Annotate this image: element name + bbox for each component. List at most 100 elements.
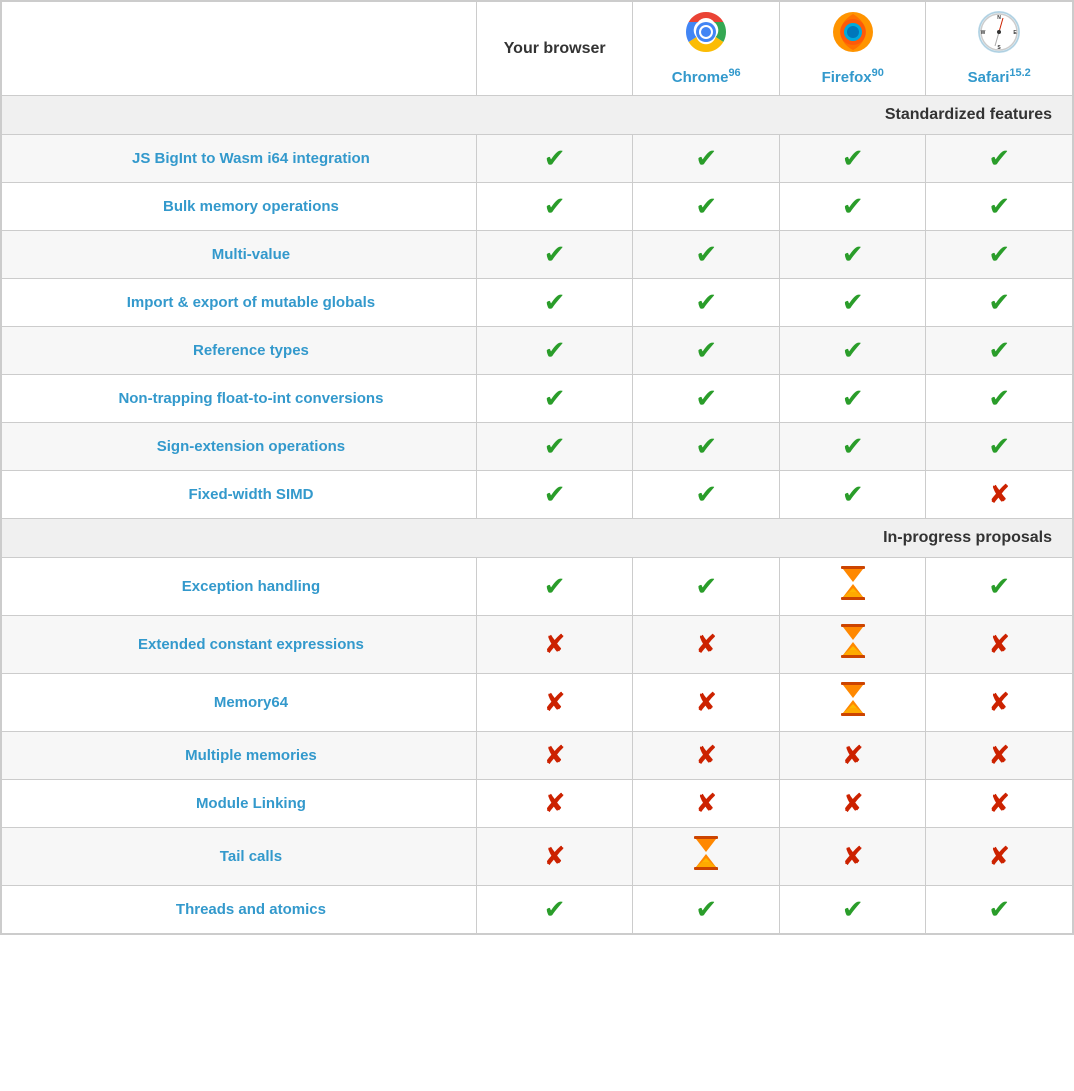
- table-row: Extended constant expressions ✘ ✘ ✘: [2, 616, 1073, 674]
- table-row: Multiple memories ✘ ✘ ✘ ✘: [2, 732, 1073, 780]
- your-browser-status: ✘: [476, 674, 633, 732]
- check-icon: ✔: [988, 143, 1010, 173]
- check-icon: ✔: [842, 191, 864, 221]
- check-icon: ✔: [544, 571, 566, 601]
- firefox-status: [779, 558, 926, 616]
- check-icon: ✔: [842, 335, 864, 365]
- check-icon: ✔: [695, 287, 717, 317]
- check-icon: ✔: [988, 571, 1010, 601]
- feature-name[interactable]: Exception handling: [2, 558, 477, 616]
- check-icon: ✔: [842, 431, 864, 461]
- table-row: Module Linking ✘ ✘ ✘ ✘: [2, 780, 1073, 828]
- your-browser-header: Your browser: [476, 2, 633, 96]
- check-icon: ✔: [544, 191, 566, 221]
- svg-text:N: N: [997, 15, 1001, 21]
- check-icon: ✔: [842, 479, 864, 509]
- table-row: Memory64 ✘ ✘ ✘: [2, 674, 1073, 732]
- feature-name[interactable]: Multiple memories: [2, 732, 477, 780]
- cross-icon: ✘: [988, 687, 1010, 717]
- check-icon: ✔: [842, 383, 864, 413]
- table-row: Import & export of mutable globals ✔ ✔ ✔…: [2, 279, 1073, 327]
- cross-icon: ✘: [544, 629, 566, 659]
- check-icon: ✔: [988, 191, 1010, 221]
- your-browser-status: ✔: [476, 231, 633, 279]
- feature-name[interactable]: Bulk memory operations: [2, 183, 477, 231]
- table-body: Standardized features JS BigInt to Wasm …: [2, 96, 1073, 934]
- chrome-icon: [639, 10, 773, 63]
- firefox-status: ✔: [779, 135, 926, 183]
- cross-icon: ✘: [544, 788, 566, 818]
- your-browser-status: ✘: [476, 780, 633, 828]
- chrome-status: ✔: [633, 231, 780, 279]
- section-header: Standardized features: [2, 96, 1073, 135]
- safari-version: 15.2: [1009, 67, 1030, 79]
- table-row: Reference types ✔ ✔ ✔ ✔: [2, 327, 1073, 375]
- your-browser-status: ✔: [476, 135, 633, 183]
- chrome-status: ✘: [633, 780, 780, 828]
- feature-name[interactable]: Threads and atomics: [2, 886, 477, 934]
- feature-name[interactable]: JS BigInt to Wasm i64 integration: [2, 135, 477, 183]
- safari-name: Safari15.2: [968, 69, 1031, 86]
- cross-icon: ✘: [988, 479, 1010, 509]
- firefox-name: Firefox90: [822, 69, 884, 86]
- check-icon: ✔: [544, 431, 566, 461]
- table-row: Non-trapping float-to-int conversions ✔ …: [2, 375, 1073, 423]
- table-row: Exception handling ✔ ✔ ✔: [2, 558, 1073, 616]
- chrome-status: ✔: [633, 558, 780, 616]
- your-browser-status: ✔: [476, 423, 633, 471]
- safari-icon: N S E W: [932, 10, 1066, 63]
- safari-status: ✔: [926, 886, 1073, 934]
- firefox-version: 90: [872, 67, 884, 79]
- chrome-status: ✔: [633, 886, 780, 934]
- chrome-version: 96: [728, 67, 740, 79]
- firefox-status: ✔: [779, 279, 926, 327]
- feature-name[interactable]: Extended constant expressions: [2, 616, 477, 674]
- feature-name[interactable]: Tail calls: [2, 828, 477, 886]
- check-icon: ✔: [544, 239, 566, 269]
- check-icon: ✔: [695, 431, 717, 461]
- check-icon: ✔: [988, 431, 1010, 461]
- chrome-status: [633, 828, 780, 886]
- feature-name[interactable]: Memory64: [2, 674, 477, 732]
- check-icon: ✔: [544, 143, 566, 173]
- chrome-status: ✔: [633, 327, 780, 375]
- chrome-header: Chrome96: [633, 2, 780, 96]
- table-row: Threads and atomics ✔ ✔ ✔ ✔: [2, 886, 1073, 934]
- firefox-status: ✔: [779, 423, 926, 471]
- section-title: In-progress proposals: [2, 519, 1073, 558]
- firefox-status: ✘: [779, 828, 926, 886]
- safari-status: ✘: [926, 471, 1073, 519]
- check-icon: ✔: [988, 287, 1010, 317]
- table-header: Your browser: [2, 2, 1073, 96]
- hourglass-icon: [839, 566, 867, 607]
- section-title: Standardized features: [2, 96, 1073, 135]
- feature-name[interactable]: Reference types: [2, 327, 477, 375]
- feature-name[interactable]: Sign-extension operations: [2, 423, 477, 471]
- cross-icon: ✘: [842, 740, 864, 770]
- table-row: Bulk memory operations ✔ ✔ ✔ ✔: [2, 183, 1073, 231]
- firefox-status: ✔: [779, 327, 926, 375]
- cross-icon: ✘: [988, 629, 1010, 659]
- feature-name[interactable]: Fixed-width SIMD: [2, 471, 477, 519]
- feature-name[interactable]: Module Linking: [2, 780, 477, 828]
- check-icon: ✔: [695, 191, 717, 221]
- firefox-icon: [786, 10, 920, 63]
- cross-icon: ✘: [695, 629, 717, 659]
- safari-status: ✔: [926, 135, 1073, 183]
- feature-name[interactable]: Import & export of mutable globals: [2, 279, 477, 327]
- firefox-status: ✔: [779, 886, 926, 934]
- table-row: Sign-extension operations ✔ ✔ ✔ ✔: [2, 423, 1073, 471]
- your-browser-status: ✔: [476, 886, 633, 934]
- your-browser-label: Your browser: [504, 40, 606, 57]
- feature-name[interactable]: Non-trapping float-to-int conversions: [2, 375, 477, 423]
- chrome-status: ✔: [633, 135, 780, 183]
- firefox-status: ✘: [779, 732, 926, 780]
- table-row: Fixed-width SIMD ✔ ✔ ✔ ✘: [2, 471, 1073, 519]
- your-browser-status: ✘: [476, 828, 633, 886]
- chrome-status: ✔: [633, 279, 780, 327]
- cross-icon: ✘: [842, 788, 864, 818]
- check-icon: ✔: [544, 335, 566, 365]
- svg-text:W: W: [981, 30, 986, 36]
- feature-name[interactable]: Multi-value: [2, 231, 477, 279]
- cross-icon: ✘: [842, 841, 864, 871]
